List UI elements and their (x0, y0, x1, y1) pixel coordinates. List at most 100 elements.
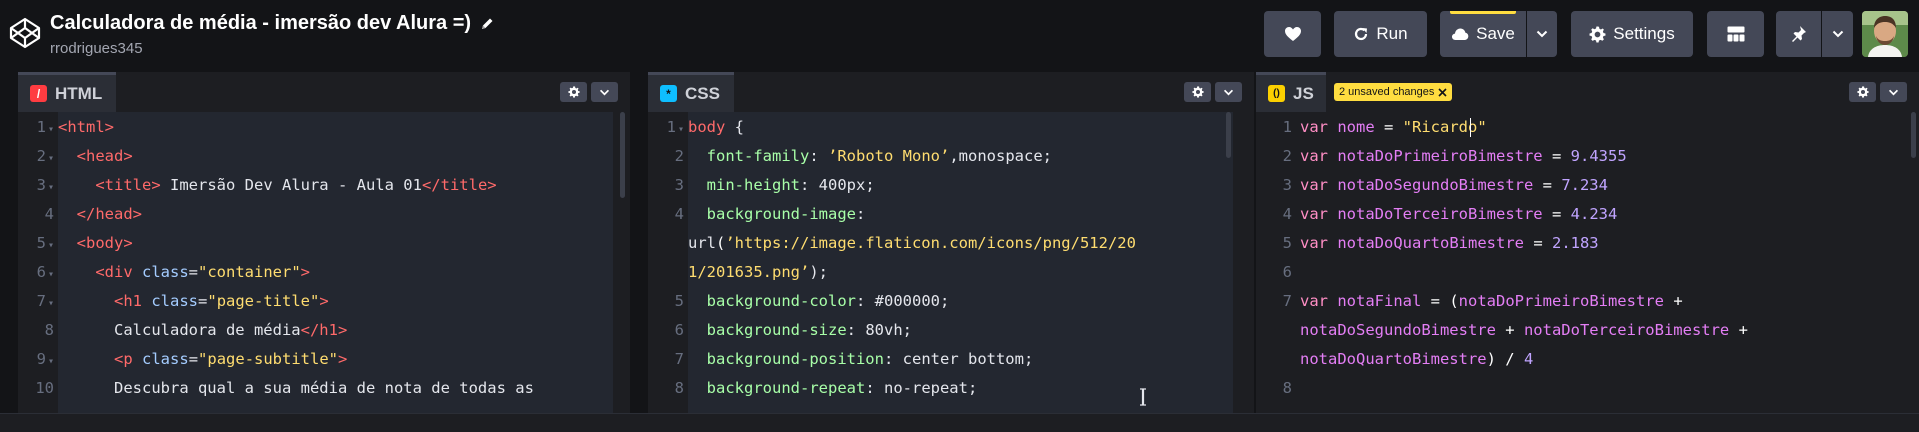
user-avatar[interactable] (1862, 11, 1908, 57)
codepen-logo-icon[interactable] (8, 16, 42, 50)
code-text: background-image: (706, 205, 866, 223)
pin-options-button[interactable] (1822, 11, 1853, 57)
css-badge-icon: * (660, 85, 677, 102)
pane-options-button[interactable] (591, 82, 618, 102)
code-line[interactable]: 4 background-image: (648, 200, 1254, 229)
code-text: </head> (76, 205, 143, 223)
code-text: notaDoSegundoBimestre + notaDoTerceiroBi… (1300, 321, 1748, 339)
pin-icon (1791, 26, 1806, 42)
code-text: var notaDoPrimeiroBimestre = 9.4355 (1300, 147, 1627, 165)
editor-header: Calculadora de média - imersão dev Alura… (0, 0, 1919, 67)
line-number (1256, 345, 1296, 374)
scrollbar-thumb[interactable] (620, 112, 625, 198)
fold-arrow-icon[interactable]: ▾ (48, 298, 54, 309)
gear-icon (567, 86, 580, 98)
pane-settings-button[interactable] (1849, 82, 1876, 102)
code-text: notaDoQuartoBimestre) / 4 (1300, 350, 1534, 368)
pane-resizer[interactable] (630, 67, 648, 413)
code-line[interactable]: 4 </head> (18, 200, 630, 229)
chevron-down-icon (1888, 89, 1899, 95)
pane-settings-button[interactable] (1184, 82, 1211, 102)
change-view-button[interactable] (1707, 11, 1764, 57)
code-line[interactable]: 2 var notaDoPrimeiroBimestre = 9.4355 (1256, 142, 1919, 171)
code-line[interactable]: 1 ▾ body { (648, 113, 1254, 142)
code-line[interactable]: 5 var notaDoQuartoBimestre = 2.183 (1256, 229, 1919, 258)
pen-title[interactable]: Calculadora de média - imersão dev Alura… (50, 12, 471, 35)
code-line[interactable]: 7 var notaFinal = (notaDoPrimeiroBimestre… (1256, 287, 1919, 316)
heart-icon (1284, 27, 1301, 41)
js-badge-icon: () (1268, 85, 1285, 102)
code-line[interactable]: 6 (1256, 258, 1919, 287)
tab-css[interactable]: * CSS (648, 72, 734, 112)
code-line[interactable]: 1/201635.png’); (648, 258, 1254, 287)
fold-arrow-icon[interactable]: ▾ (48, 124, 54, 135)
line-number: 8 (44, 321, 54, 339)
code-line[interactable]: 7 background-position: center bottom; (648, 345, 1254, 374)
js-code-editor[interactable]: 1 var nome = "Ricardo" 2 var notaDoPrimeiro… (1256, 112, 1919, 413)
pane-options-button[interactable] (1215, 82, 1242, 102)
save-button[interactable]: Save (1440, 11, 1526, 57)
code-line[interactable]: 2 font-family: ’Roboto Mono’,monospace; (648, 142, 1254, 171)
fold-arrow-icon[interactable]: ▾ (48, 269, 54, 280)
tab-js[interactable]: () JS (1256, 72, 1326, 112)
code-line[interactable]: 2 ▾ <head> (18, 142, 630, 171)
code-line[interactable]: 8 (1256, 374, 1919, 403)
save-options-button[interactable] (1527, 11, 1557, 57)
line-number: 6 (1282, 263, 1292, 281)
code-line[interactable]: notaDoQuartoBimestre) / 4 (1256, 345, 1919, 374)
fold-arrow-icon[interactable]: ▾ (48, 182, 54, 193)
code-line[interactable]: 6 ▾ <div class="container"> (18, 258, 630, 287)
chevron-down-icon (1223, 89, 1234, 95)
code-line[interactable]: 3 min-height: 400px; (648, 171, 1254, 200)
pencil-edit-icon[interactable] (479, 16, 495, 32)
code-line[interactable]: notaDoSegundoBimestre + notaDoTerceiroBi… (1256, 316, 1919, 345)
fold-arrow-icon[interactable]: ▾ (678, 124, 684, 135)
code-line[interactable]: 8 Calculadora de média</h1> (18, 316, 630, 345)
css-code-editor[interactable]: 1 ▾ body {2 font-family: ’Roboto Mono’,mon… (648, 112, 1254, 413)
tab-label: HTML (55, 83, 103, 103)
code-line[interactable]: 5 ▾ <body> (18, 229, 630, 258)
line-number (648, 258, 688, 287)
scrollbar-thumb[interactable] (1226, 112, 1231, 158)
scrollbar-thumb[interactable] (1911, 112, 1916, 158)
pane-options-button[interactable] (1880, 82, 1907, 102)
love-button[interactable] (1264, 11, 1321, 57)
html-editor-pane: / HTML 1 ▾ <html> 2 ▾ <head> 3 ▾ <title> Imers… (18, 72, 630, 413)
author-name[interactable]: rrodrigues345 (50, 40, 143, 57)
code-text: background-size: 80vh; (706, 321, 912, 339)
tab-html[interactable]: / HTML (18, 72, 117, 112)
run-button[interactable]: Run (1334, 11, 1427, 57)
line-number: 1 (1282, 118, 1292, 136)
code-text: url(’https://image.flaticon.com/icons/pn… (688, 234, 1136, 252)
html-code-editor[interactable]: 1 ▾ <html> 2 ▾ <head> 3 ▾ <title> Imersão Dev … (18, 112, 630, 413)
fold-arrow-icon[interactable]: ▾ (48, 153, 54, 164)
line-number: 5 (674, 292, 684, 310)
close-icon[interactable] (1438, 87, 1447, 97)
code-line[interactable]: 1 var nome = "Ricardo" (1256, 113, 1919, 142)
code-line[interactable]: 5 background-color: #000000; (648, 287, 1254, 316)
chevron-down-icon (1832, 30, 1843, 38)
code-line[interactable]: 3 var notaDoSegundoBimestre = 7.234 (1256, 171, 1919, 200)
code-line[interactable]: 10 Descubra qual a sua média de nota de … (18, 374, 630, 403)
settings-label: Settings (1613, 24, 1675, 43)
save-label: Save (1476, 24, 1515, 43)
pane-header: * CSS (648, 72, 1254, 112)
pane-settings-button[interactable] (560, 82, 587, 102)
line-number: 2 ▾ (36, 147, 54, 165)
code-line[interactable]: 6 background-size: 80vh; (648, 316, 1254, 345)
code-line[interactable]: url(’https://image.flaticon.com/icons/pn… (648, 229, 1254, 258)
code-line[interactable]: 4 var notaDoTerceiroBimestre = 4.234 (1256, 200, 1919, 229)
code-line[interactable]: 9 ▾ <p class="page-subtitle"> (18, 345, 630, 374)
unsaved-changes-badge[interactable]: 2 unsaved changes (1334, 83, 1453, 101)
settings-button[interactable]: Settings (1571, 11, 1693, 57)
code-line[interactable]: 1 ▾ <html> (18, 113, 630, 142)
fold-arrow-icon[interactable]: ▾ (48, 356, 54, 367)
code-line[interactable]: 3 ▾ <title> Imersão Dev Alura - Aula 01</… (18, 171, 630, 200)
text-cursor-icon (1140, 388, 1146, 406)
pin-button[interactable] (1776, 11, 1821, 57)
line-number: 5 (1282, 234, 1292, 252)
code-line[interactable]: 7 ▾ <h1 class="page-title"> (18, 287, 630, 316)
cloud-icon (1452, 28, 1469, 40)
code-line[interactable]: 8 background-repeat: no-repeat; (648, 374, 1254, 403)
fold-arrow-icon[interactable]: ▾ (48, 240, 54, 251)
